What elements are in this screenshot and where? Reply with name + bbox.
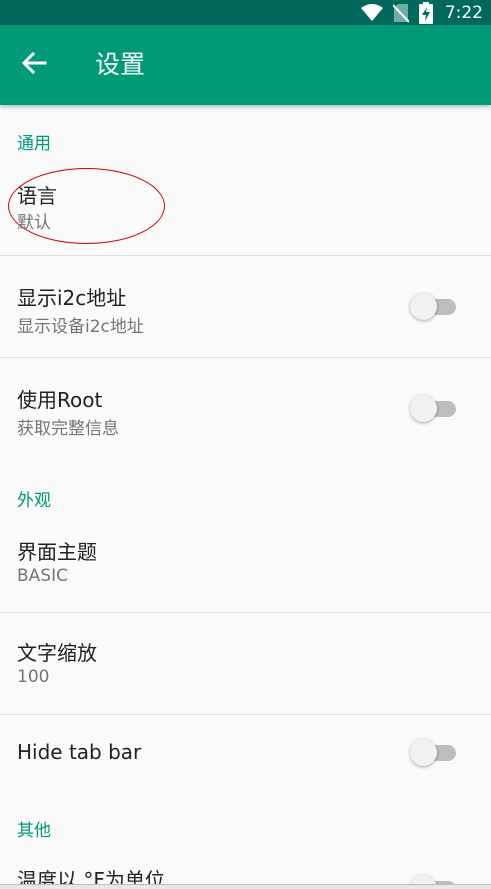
back-button[interactable] [12,43,56,87]
pref-hide-tab-bar-title: Hide tab bar [17,740,142,764]
pref-show-i2c-title: 显示i2c地址 [17,286,127,310]
category-general: 通用 [17,134,51,154]
pref-text-scale[interactable]: 文字缩放 100 [0,613,491,714]
pref-theme-summary: BASIC [17,566,68,586]
pref-hide-tab-bar[interactable]: Hide tab bar [0,715,491,795]
pref-text-scale-title: 文字缩放 [17,641,97,665]
switch-thumb [410,293,437,320]
pref-use-root-summary: 获取完整信息 [17,419,119,439]
pref-language-summary: 默认 [17,213,51,233]
settings-screen: 7:22 设置 通用 语言 默认 显示i2c地址 显示设备i2c地址 使用Roo… [0,0,491,889]
bottom-edge [0,884,491,889]
pref-show-i2c[interactable]: 显示i2c地址 显示设备i2c地址 [0,256,491,358]
pref-show-i2c-summary: 显示设备i2c地址 [17,317,144,337]
pref-language[interactable]: 语言 默认 [0,166,491,256]
status-bar: 7:22 [0,0,491,25]
pref-theme[interactable]: 界面主题 BASIC [0,520,491,612]
pref-use-root[interactable]: 使用Root 获取完整信息 [0,358,491,458]
app-toolbar: 设置 [0,25,491,105]
category-other: 其他 [17,821,51,841]
pref-theme-title: 界面主题 [17,540,97,564]
battery-charging-icon [418,1,433,24]
status-icons: 7:22 [360,0,483,25]
wifi-icon [360,3,383,22]
pref-language-title: 语言 [17,184,57,208]
no-sim-icon [392,3,409,23]
status-time: 7:22 [444,2,483,23]
hide-tab-bar-switch[interactable] [408,738,460,768]
pref-text-scale-summary: 100 [17,667,50,687]
use-root-switch[interactable] [408,394,460,424]
pref-use-root-title: 使用Root [17,388,103,412]
page-title: 设置 [95,50,146,79]
switch-thumb [410,395,437,422]
show-i2c-switch[interactable] [408,292,460,322]
switch-thumb [410,739,437,766]
category-appearance: 外观 [17,491,51,511]
arrow-back-icon [21,50,47,80]
